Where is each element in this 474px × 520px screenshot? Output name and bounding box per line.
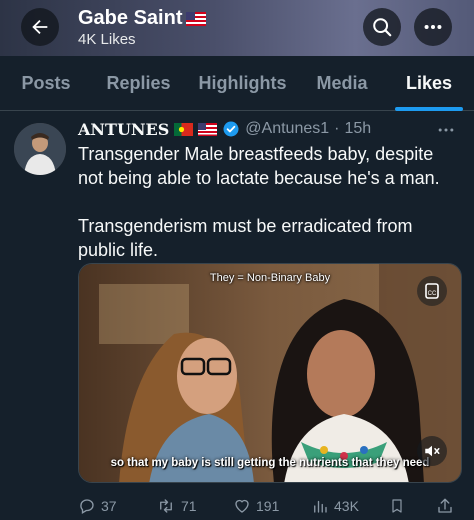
tweet-paragraph: Transgender Male breastfeeds baby, despi… — [78, 144, 440, 188]
profile-name-text: Gabe Saint — [78, 7, 183, 29]
search-icon — [373, 18, 392, 37]
volume-muted-icon — [425, 445, 440, 457]
tweet-time[interactable]: 15h — [344, 120, 371, 138]
repost-icon — [160, 499, 172, 513]
active-tab-indicator — [395, 107, 463, 111]
tweet-paragraph: Transgenderism must be erradicated from … — [78, 216, 413, 260]
views-count: 43K — [334, 498, 359, 514]
avatar-image — [14, 123, 66, 175]
bookmark-button[interactable] — [389, 495, 405, 517]
tab-label: Media — [316, 73, 368, 93]
profile-header: Gabe Saint 4K Likes — [0, 0, 474, 56]
tab-posts[interactable]: Posts — [0, 56, 92, 111]
repost-button[interactable]: 71 — [156, 495, 197, 517]
header-separator: · — [334, 120, 340, 137]
tab-highlights[interactable]: Highlights — [185, 56, 300, 111]
verified-badge-icon — [223, 121, 239, 137]
author-handle[interactable]: @Antunes1 — [245, 120, 329, 138]
tab-label: Likes — [405, 73, 453, 93]
reply-count: 37 — [101, 498, 117, 514]
mute-button[interactable] — [417, 436, 447, 466]
like-count: 191 — [256, 498, 280, 514]
tab-likes[interactable]: Likes — [384, 56, 474, 111]
share-icon — [438, 498, 452, 513]
more-options-button[interactable] — [414, 8, 452, 46]
video-caption-top: They = Non-Binary Baby — [209, 272, 331, 284]
tab-label: Replies — [106, 73, 171, 93]
views-chart-icon — [314, 500, 327, 513]
reply-button[interactable]: 37 — [78, 495, 117, 517]
heart-icon — [235, 499, 249, 513]
video-thumbnail — [79, 264, 461, 482]
us-flag-icon — [198, 122, 218, 136]
like-button[interactable]: 191 — [233, 495, 279, 517]
closed-captions-icon: CC — [425, 283, 439, 299]
tab-label: Posts — [21, 73, 71, 93]
author-avatar[interactable] — [14, 123, 66, 175]
tweet-text: Transgender Male breastfeeds baby, despi… — [78, 142, 463, 262]
us-flag-icon — [186, 11, 207, 26]
ellipsis-icon — [438, 128, 454, 132]
profile-name: Gabe Saint — [78, 7, 207, 30]
ellipsis-icon — [424, 24, 442, 30]
repost-count: 71 — [181, 498, 197, 514]
profile-tabs: Posts Replies Highlights Media Likes — [0, 56, 474, 111]
captions-badge[interactable]: CC — [417, 276, 447, 306]
arrow-left-icon — [32, 19, 48, 35]
svg-text:CC: CC — [428, 291, 437, 297]
likes-count: 4K Likes — [78, 31, 136, 48]
tweet-header: ANTUNES @Antunes1 · 15h — [78, 118, 371, 140]
bookmark-icon — [392, 499, 402, 513]
video-caption-bottom: so that my baby is still getting the nut… — [110, 457, 430, 469]
share-button[interactable] — [436, 495, 454, 517]
video-player[interactable]: They = Non-Binary Baby CC so that my bab… — [78, 263, 462, 483]
reply-icon — [80, 499, 94, 514]
search-button[interactable] — [363, 8, 401, 46]
tab-label: Highlights — [198, 73, 287, 93]
back-button[interactable] — [21, 8, 59, 46]
views-button[interactable]: 43K — [311, 495, 359, 517]
tab-media[interactable]: Media — [300, 56, 384, 111]
portugal-flag-icon — [174, 122, 194, 136]
author-name[interactable]: ANTUNES — [78, 120, 169, 139]
tab-replies[interactable]: Replies — [92, 56, 185, 111]
